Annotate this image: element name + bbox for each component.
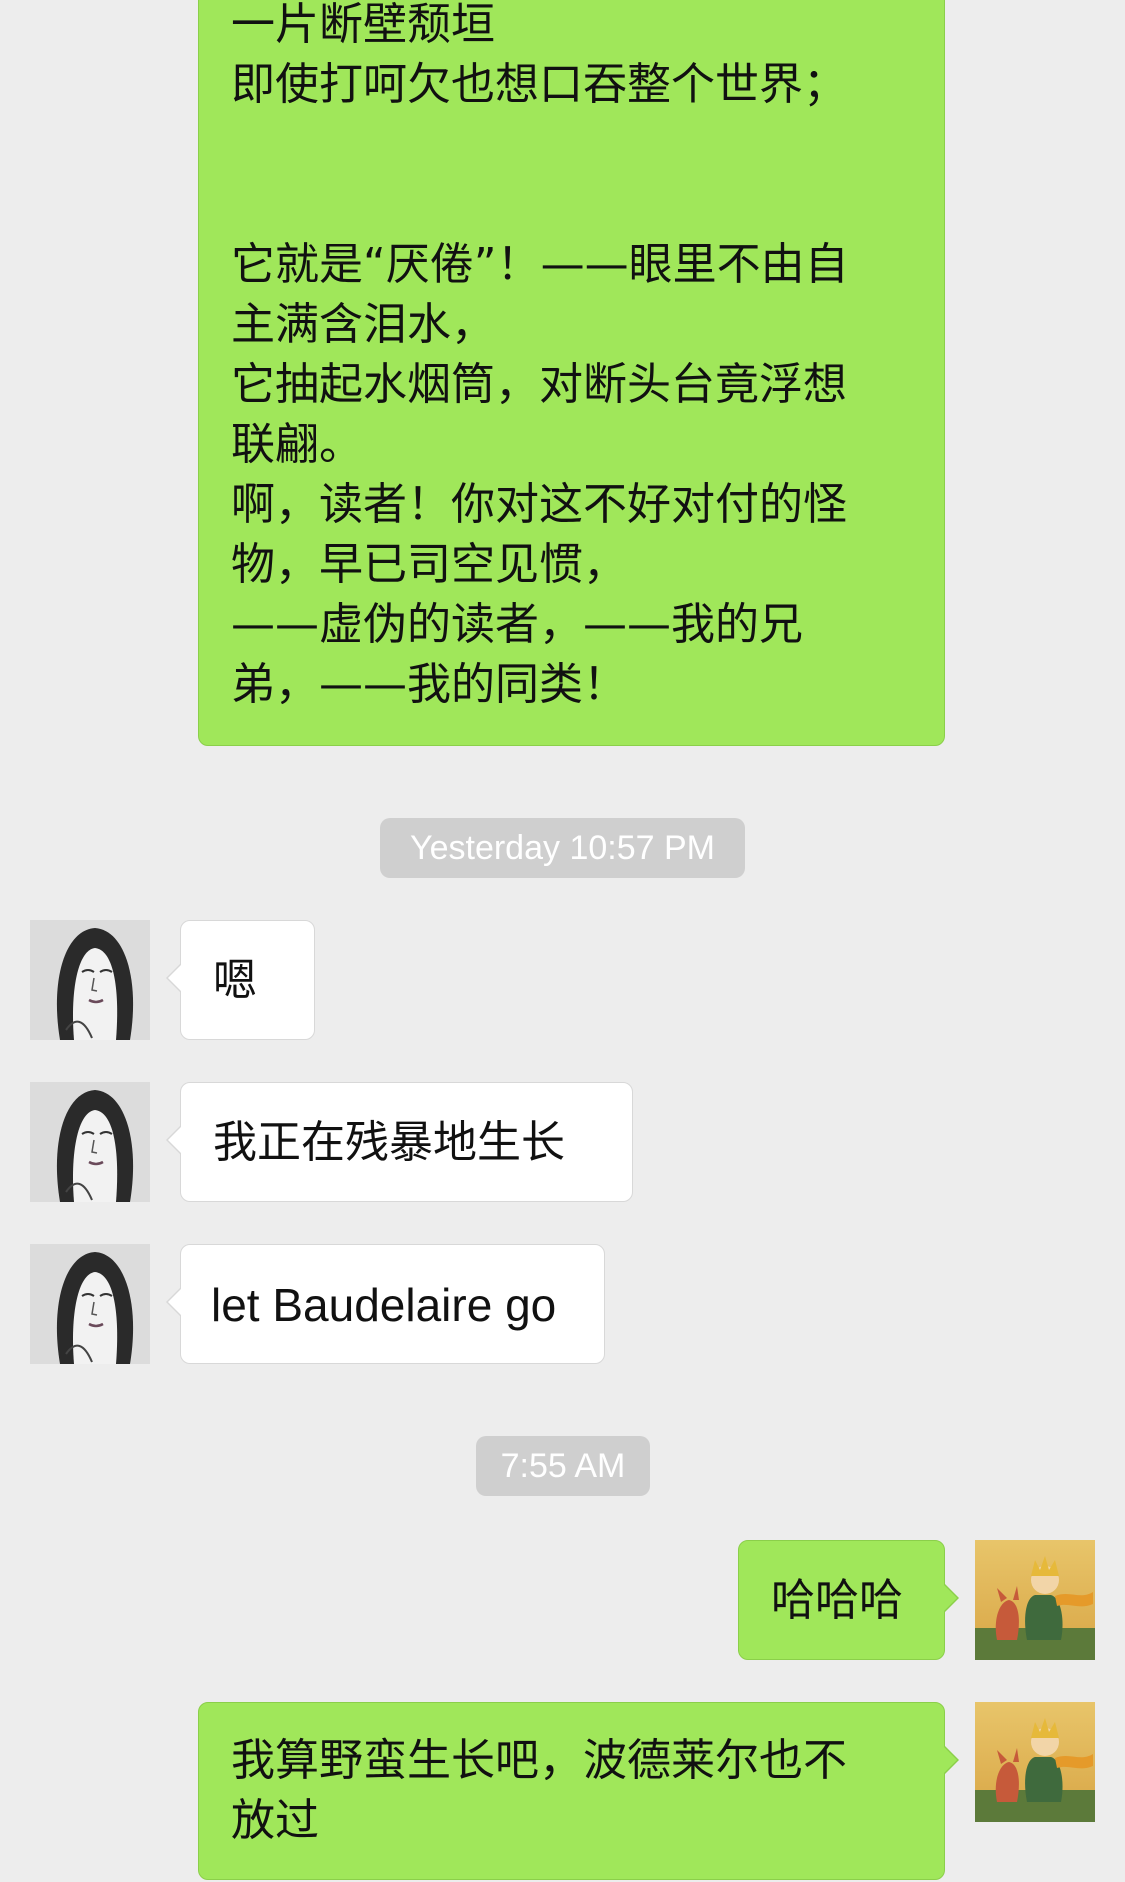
timestamp-divider: Yesterday 10:57 PM [380, 818, 745, 878]
self-avatar[interactable] [975, 1540, 1095, 1660]
message-line: 一片断壁颓垣 [231, 0, 495, 50]
message-bubble-incoming[interactable]: let Baudelaire go [166, 1244, 605, 1364]
timestamp-divider: 7:55 AM [476, 1436, 650, 1496]
sketched-woman-portrait-icon [30, 920, 150, 1040]
message-bubble-outgoing[interactable]: 我算野蛮生长吧，波德莱尔也不 放过 [198, 1702, 959, 1880]
message-text: 嗯 [213, 955, 257, 1006]
message-bubble-incoming[interactable]: 嗯 [166, 920, 315, 1040]
message-bubble-outgoing[interactable]: 哈哈哈 [738, 1540, 959, 1660]
contact-avatar[interactable] [30, 920, 150, 1040]
message-text: 哈哈哈 [771, 1575, 903, 1626]
message-line: 我算野蛮生长吧，波德莱尔也不 [231, 1735, 847, 1786]
message-line: 放过 [231, 1795, 319, 1846]
message-line: ——虚伪的读者，——我的兄 [231, 599, 803, 650]
message-line: 它抽起水烟筒，对断头台竟浮想 [231, 359, 847, 410]
message-line: 它就是“厌倦”！——眼里不由自 [231, 239, 849, 290]
message-bubble-incoming[interactable]: 我正在残暴地生长 [166, 1082, 633, 1202]
self-avatar[interactable] [975, 1702, 1095, 1822]
message-text: let Baudelaire go [211, 1279, 557, 1331]
message-line: 联翩。 [231, 419, 363, 470]
message-bubble-outgoing-poem[interactable]: 一片断壁颓垣 即使打呵欠也想口吞整个世界； 它就是“厌倦”！——眼里不由自 主满… [198, 0, 945, 746]
sketched-woman-portrait-icon [30, 1082, 150, 1202]
little-prince-avatar-icon [975, 1702, 1095, 1822]
message-line: 即使打呵欠也想口吞整个世界； [231, 59, 847, 110]
sketched-woman-portrait-icon [30, 1244, 150, 1364]
contact-avatar[interactable] [30, 1082, 150, 1202]
little-prince-avatar-icon [975, 1540, 1095, 1660]
message-text: 我正在残暴地生长 [213, 1117, 565, 1168]
message-line: 主满含泪水， [231, 299, 495, 350]
message-line: 物，早已司空见惯， [231, 539, 627, 590]
contact-avatar[interactable] [30, 1244, 150, 1364]
message-line: 啊，读者！你对这不好对付的怪 [231, 479, 847, 530]
message-line: 弟，——我的同类！ [231, 659, 627, 710]
